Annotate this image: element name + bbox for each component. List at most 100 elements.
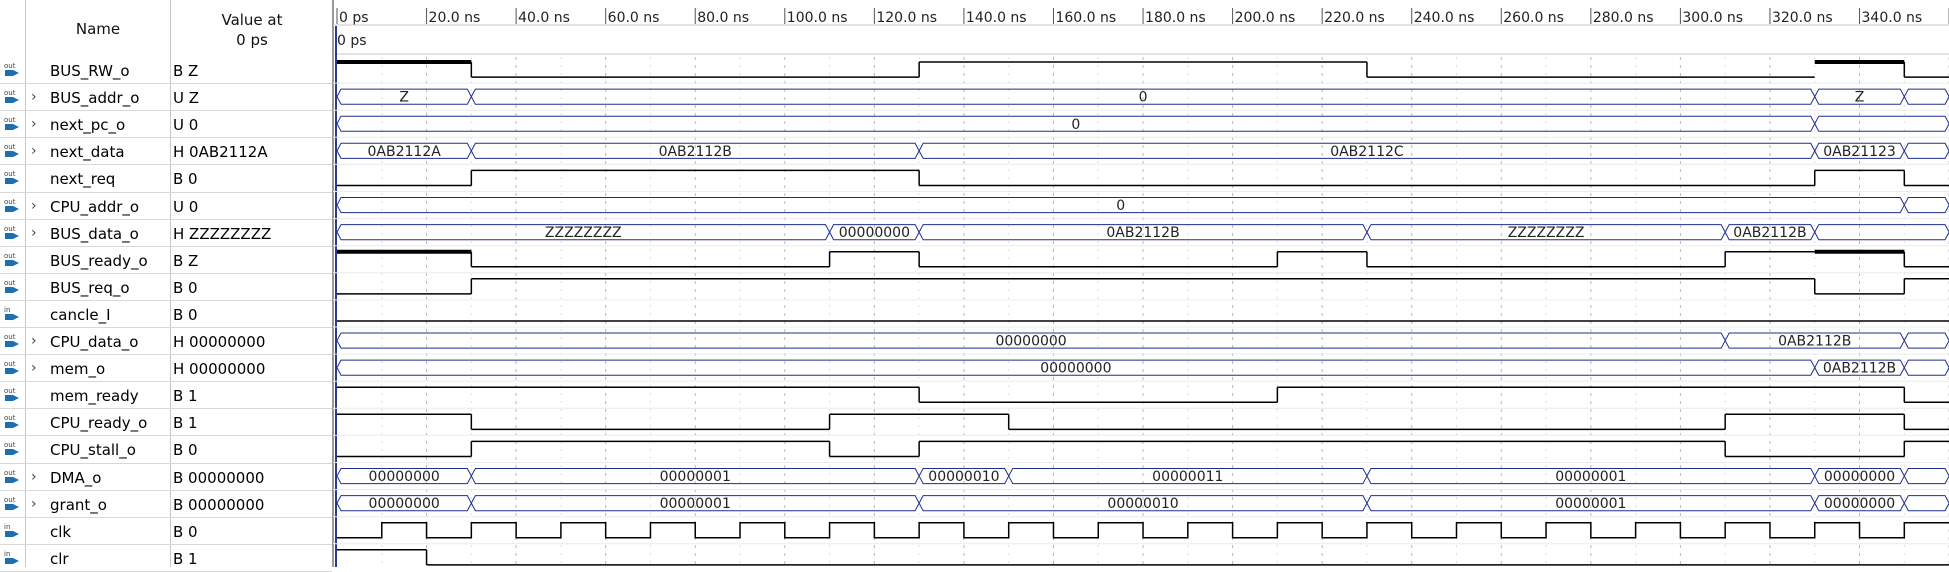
timeline-tick-label: 300.0 ns	[1682, 10, 1743, 26]
output-pin-icon: out	[3, 142, 23, 160]
value-header-label: Value at	[221, 11, 283, 29]
expand-chevron-icon[interactable]: ›	[31, 89, 41, 105]
bus-segment	[1903, 197, 1949, 214]
signal-value: H 00000000	[173, 360, 266, 379]
signal-row[interactable]: out CPU_stall_o B 0	[0, 436, 332, 463]
bus-value-label: 0	[1116, 198, 1125, 214]
signal-row[interactable]: out next_req B 0	[0, 165, 332, 192]
bus-value-label: 0AB21123	[1823, 144, 1896, 160]
timeline-tick-label: 340.0 ns	[1862, 10, 1923, 26]
signal-row[interactable]: in clr B 1	[0, 545, 332, 572]
cursor-time-label: 0 ps	[337, 33, 367, 49]
expand-chevron-icon[interactable]: ›	[31, 360, 41, 376]
signal-value: B Z	[173, 251, 199, 270]
signal-row[interactable]: out BUS_ready_o B Z	[0, 247, 332, 274]
signal-name: BUS_RW_o	[50, 62, 130, 80]
timeline-tick-label: 160.0 ns	[1055, 10, 1116, 26]
svg-text:out: out	[4, 116, 16, 124]
expand-chevron-icon[interactable]: ›	[31, 116, 41, 132]
name-column-header[interactable]: Name	[26, 20, 170, 38]
signal-value: U 0	[173, 197, 199, 216]
expand-chevron-icon[interactable]: ›	[31, 225, 41, 241]
signal-value: B 1	[173, 549, 198, 568]
signal-row[interactable]: out BUS_RW_o B Z	[0, 57, 332, 84]
signal-row[interactable]: in clk B 0	[0, 518, 332, 545]
waveform-area[interactable]: 0 ps 20.0 ns 40.0 ns 60.0 ns 80.0 ns 100.0 ns…	[333, 0, 1949, 567]
signal-name: BUS_addr_o	[50, 89, 140, 108]
svg-text:out: out	[4, 496, 16, 504]
expand-chevron-icon[interactable]: ›	[31, 496, 41, 512]
svg-text:in: in	[4, 523, 10, 531]
expand-chevron-icon[interactable]: ›	[31, 333, 41, 349]
signal-row[interactable]: out › mem_o H 00000000	[0, 355, 332, 382]
signal-row[interactable]: in cancle_I B 0	[0, 301, 332, 328]
bus-value-label: 0AB2112B	[1778, 334, 1851, 350]
output-pin-icon: out	[3, 224, 23, 242]
bus-value-label: ZZZZZZZZ	[545, 225, 622, 241]
bus-value-label: 00000001	[660, 469, 731, 485]
signal-row[interactable]: out › grant_o B 00000000	[0, 491, 332, 518]
output-pin-icon: out	[3, 440, 23, 458]
signal-value: B 0	[173, 441, 198, 460]
signal-name: CPU_addr_o	[50, 197, 140, 216]
signal-row[interactable]: out › BUS_data_o H ZZZZZZZZ	[0, 220, 332, 247]
signal-row[interactable]: out BUS_req_o B 0	[0, 274, 332, 301]
signal-name: next_data	[50, 143, 125, 162]
bus-value-label: 0AB2112B	[659, 144, 732, 160]
signal-row[interactable]: out › DMA_o B 00000000	[0, 464, 332, 491]
timeline-tick-label: 260.0 ns	[1503, 10, 1564, 26]
output-pin-icon: out	[3, 169, 23, 187]
clock-trace	[337, 521, 1949, 539]
bus-value-label: 0	[1139, 90, 1148, 106]
signal-value: B 0	[173, 522, 198, 541]
signal-value: B 1	[173, 414, 198, 433]
svg-text:in: in	[4, 550, 10, 558]
bus-segment	[1903, 468, 1949, 485]
signal-row[interactable]: out › next_data H 0AB2112A	[0, 138, 332, 165]
svg-text:out: out	[4, 387, 16, 395]
svg-text:out: out	[4, 89, 16, 97]
svg-text:out: out	[4, 360, 16, 368]
signal-name: CPU_data_o	[50, 333, 139, 351]
svg-text:out: out	[4, 225, 16, 233]
bus-value-label: 00000010	[928, 469, 999, 485]
svg-text:out: out	[4, 441, 16, 449]
signal-value: H 0AB2112A	[173, 143, 268, 162]
bus-segment	[1814, 224, 1949, 241]
bus-segment	[1903, 88, 1949, 105]
signal-row[interactable]: out mem_ready B 1	[0, 382, 332, 409]
signal-row[interactable]: out CPU_ready_o B 1	[0, 409, 332, 436]
timeline-tick-label: 20.0 ns	[429, 10, 481, 26]
output-pin-icon: out	[3, 359, 23, 377]
expand-chevron-icon[interactable]: ›	[31, 469, 41, 485]
bus-value-label: 00000000	[369, 496, 440, 512]
signal-value: B 0	[173, 170, 198, 189]
output-pin-icon: out	[3, 386, 23, 404]
bus-segment	[1814, 115, 1949, 132]
timeline-tick-label: 80.0 ns	[697, 10, 749, 26]
output-pin-icon: out	[3, 332, 23, 350]
timeline-tick-label: 200.0 ns	[1235, 10, 1296, 26]
signal-name: DMA_o	[50, 468, 102, 487]
timeline-tick-label: 320.0 ns	[1772, 10, 1833, 26]
expand-chevron-icon[interactable]: ›	[31, 143, 41, 159]
svg-text:out: out	[4, 62, 16, 70]
bus-value-label: 00000000	[1824, 469, 1895, 485]
output-pin-icon: out	[3, 197, 23, 215]
signal-value: B 0	[173, 278, 198, 297]
signal-name: BUS_data_o	[50, 224, 139, 243]
timeline-tick-label: 280.0 ns	[1593, 10, 1654, 26]
output-pin-icon: out	[3, 61, 23, 79]
value-column-header[interactable]: Value at 0 ps	[172, 10, 332, 50]
signal-value: B 1	[173, 387, 198, 406]
timeline-tick-label: 120.0 ns	[876, 10, 937, 26]
signal-row[interactable]: out › BUS_addr_o U Z	[0, 84, 332, 111]
signal-row[interactable]: out › next_pc_o U 0	[0, 111, 332, 138]
timeline-tick-label: 140.0 ns	[966, 10, 1027, 26]
bus-value-label: 0	[1071, 117, 1080, 133]
signal-row[interactable]: out › CPU_data_o H 00000000	[0, 328, 332, 355]
expand-chevron-icon[interactable]: ›	[31, 198, 41, 214]
signal-row[interactable]: out › CPU_addr_o U 0	[0, 193, 332, 220]
bus-value-label: 00000011	[1152, 469, 1223, 485]
wave-trace	[470, 250, 1949, 268]
